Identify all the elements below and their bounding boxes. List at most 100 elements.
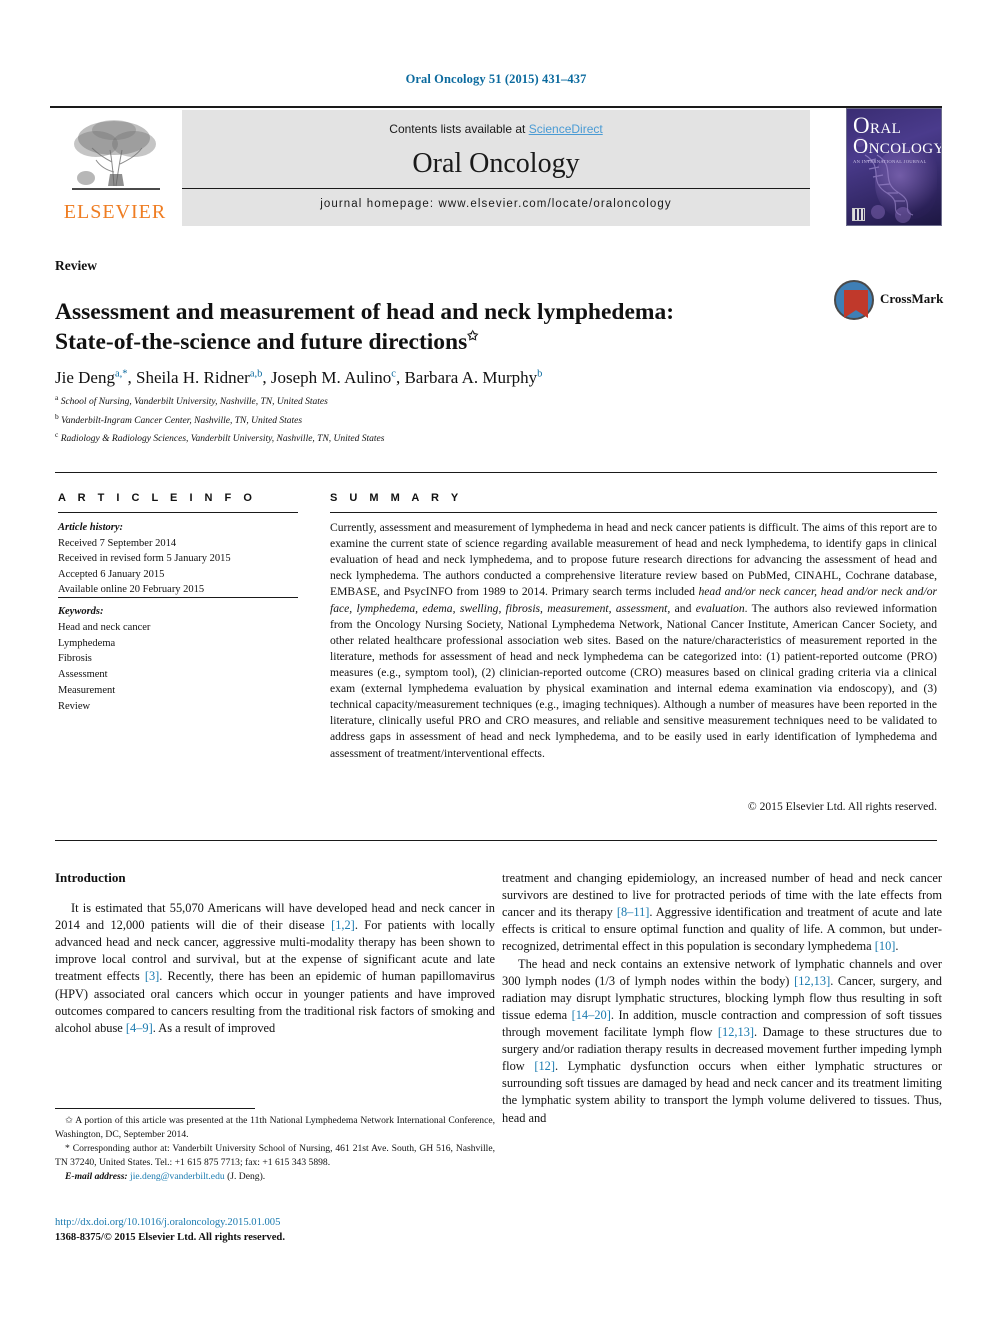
- affiliation-marker: b: [55, 411, 59, 421]
- elsevier-logo: ELSEVIER: [50, 112, 180, 226]
- citation-link[interactable]: [12,13]: [794, 974, 830, 988]
- affiliation-text: Radiology & Radiology Sciences, Vanderbi…: [60, 434, 385, 445]
- elsevier-wordmark: ELSEVIER: [63, 201, 167, 223]
- history-item: Available online 20 February 2015: [58, 584, 205, 596]
- author-name[interactable]: Barbara A. Murphy: [404, 368, 537, 387]
- running-head: Oral Oncology 51 (2015) 431–437: [405, 72, 587, 86]
- contents-prefix: Contents lists available at: [389, 122, 529, 136]
- author-list: Jie Denga,*, Sheila H. Ridnera,b, Joseph…: [55, 368, 543, 387]
- doi-block: http://dx.doi.org/10.1016/j.oraloncology…: [55, 1216, 495, 1245]
- article-type-label: Review: [55, 258, 97, 273]
- footnote-block: ✩ A portion of this article was presente…: [55, 1114, 495, 1185]
- journal-article-page: Oral Oncology 51 (2015) 431–437 ELSEVIER…: [0, 0, 992, 1323]
- footnote-email-line: E-mail address: jie.deng@vanderbilt.edu …: [55, 1170, 495, 1184]
- affiliation-marker: a: [55, 393, 59, 402]
- article-history-block: Article history: Received 7 September 20…: [58, 520, 308, 598]
- author-affil-marker: c: [391, 368, 396, 380]
- section-heading-introduction: Introduction: [55, 870, 126, 885]
- page-title: Assessment and measurement of head and n…: [55, 298, 795, 358]
- journal-cover-thumbnail[interactable]: ORAL ONCOLOGY AN INTERNATIONAL JOURNAL: [846, 108, 942, 226]
- body-column-left: Introduction It is estimated that 55,070…: [55, 870, 495, 1037]
- body-paragraph: treatment and changing epidemiology, an …: [502, 871, 942, 954]
- summary-heading: S U M M A R Y: [330, 492, 463, 504]
- affiliation-item: c Radiology & Radiology Sciences, Vander…: [55, 429, 935, 448]
- affiliation-text: School of Nursing, Vanderbilt University…: [60, 397, 328, 408]
- author-name[interactable]: Joseph M. Aulino: [271, 368, 391, 387]
- affiliation-text: Vanderbilt-Ingram Cancer Center, Nashvil…: [61, 415, 303, 426]
- qr-code-icon: [852, 208, 865, 221]
- summary-rule: [330, 512, 937, 513]
- article-history-label: Article history:: [58, 522, 124, 533]
- email-link[interactable]: jie.deng@vanderbilt.edu: [130, 1171, 225, 1182]
- abstract-part-italic: evaluation: [695, 601, 745, 615]
- crossmark-badge[interactable]: CrossMark: [834, 278, 944, 324]
- contents-available-line: Contents lists available at ScienceDirec…: [182, 122, 810, 136]
- author-name[interactable]: Jie Deng: [55, 368, 115, 387]
- sciencedirect-link[interactable]: ScienceDirect: [529, 122, 603, 136]
- affiliation-marker: c: [55, 430, 59, 440]
- band-top-rule: [55, 472, 937, 473]
- issn-copyright-line: 1368-8375/© 2015 Elsevier Ltd. All right…: [55, 1231, 285, 1243]
- citation-link[interactable]: [3]: [145, 969, 159, 983]
- band-bottom-rule: [55, 840, 937, 841]
- citation-link[interactable]: [14–20]: [572, 1008, 611, 1022]
- body-paragraph: The head and neck contains an extensive …: [502, 956, 943, 1125]
- keywords-block: Keywords: Head and neck cancer Lymphedem…: [58, 604, 308, 714]
- abstract-part: and: [670, 601, 696, 615]
- paper-title-line2: State-of-the-science and future directio…: [55, 328, 468, 355]
- journal-homepage-line[interactable]: journal homepage: www.elsevier.com/locat…: [182, 198, 810, 210]
- abstract-part: . The authors also reviewed information …: [330, 601, 938, 760]
- footnote-rule: [55, 1108, 255, 1109]
- article-info-heading: A R T I C L E I N F O: [58, 492, 257, 504]
- journal-masthead: ELSEVIER Contents lists available at Sci…: [50, 106, 942, 226]
- abstract-copyright: © 2015 Elsevier Ltd. All rights reserved…: [747, 800, 937, 813]
- keyword-item: Measurement: [58, 684, 116, 696]
- masthead-top-rule: [50, 106, 942, 108]
- citation-link[interactable]: [10]: [875, 939, 896, 953]
- article-info-rule: [58, 512, 298, 513]
- paper-title-line1: Assessment and measurement of head and n…: [55, 298, 675, 325]
- cover-line1: RAL: [870, 121, 902, 137]
- body-column-right: treatment and changing epidemiology, an …: [502, 870, 942, 1127]
- author-affil-marker: a,b: [249, 368, 263, 380]
- cover-title: ORAL ONCOLOGY AN INTERNATIONAL JOURNAL: [853, 114, 941, 165]
- crossmark-icon: [834, 280, 874, 320]
- footnote-corresponding-author: * Corresponding author at: Vanderbilt Un…: [55, 1143, 495, 1168]
- keywords-separator-rule: [58, 597, 298, 598]
- crossmark-label: CrossMark: [880, 291, 944, 306]
- masthead-center: Contents lists available at ScienceDirec…: [182, 110, 810, 226]
- author-affil-marker: a,*: [114, 368, 128, 380]
- citation-link[interactable]: [4–9]: [126, 1021, 153, 1035]
- footnote-star: ✩ A portion of this article was presente…: [55, 1115, 495, 1140]
- author-name[interactable]: Sheila H. Ridner: [136, 368, 250, 387]
- journal-title: Oral Oncology: [412, 148, 580, 179]
- cell-graphic: [871, 205, 885, 219]
- title-footnote-marker: ✩: [467, 327, 479, 343]
- keyword-item: Assessment: [58, 669, 108, 680]
- elsevier-tree-icon: [66, 116, 166, 198]
- history-item: Received 7 September 2014: [58, 537, 177, 549]
- email-label: E-mail address:: [65, 1171, 128, 1183]
- keyword-item: Head and neck cancer: [58, 621, 151, 633]
- citation-link[interactable]: [12]: [534, 1059, 555, 1073]
- citation-link[interactable]: [8–11]: [617, 905, 650, 919]
- affiliation-item: b Vanderbilt-Ingram Cancer Center, Nashv…: [55, 411, 935, 430]
- citation-link[interactable]: [1,2]: [331, 918, 355, 932]
- cover-subtitle: AN INTERNATIONAL JOURNAL: [853, 159, 927, 164]
- crossmark-bookmark-shape: [844, 290, 868, 318]
- keyword-item: Lymphedema: [58, 637, 116, 649]
- cell-graphic: [895, 207, 911, 223]
- body-paragraph: It is estimated that 55,070 Americans wi…: [55, 901, 495, 1035]
- affiliation-list: a School of Nursing, Vanderbilt Universi…: [55, 392, 935, 448]
- affiliation-item: a School of Nursing, Vanderbilt Universi…: [55, 392, 935, 411]
- cover-big-o2: O: [853, 134, 869, 158]
- doi-link[interactable]: http://dx.doi.org/10.1016/j.oraloncology…: [55, 1216, 495, 1231]
- keywords-label: Keywords:: [58, 606, 104, 617]
- author-affil-marker: b: [537, 368, 543, 380]
- history-item: Accepted 6 January 2015: [58, 568, 165, 580]
- abstract-text: Currently, assessment and measurement of…: [330, 520, 937, 762]
- keyword-item: Review: [58, 700, 91, 712]
- masthead-mid-rule: [182, 188, 810, 189]
- citation-link[interactable]: [12,13]: [718, 1025, 754, 1039]
- cover-line2: NCOLOGY: [868, 141, 942, 157]
